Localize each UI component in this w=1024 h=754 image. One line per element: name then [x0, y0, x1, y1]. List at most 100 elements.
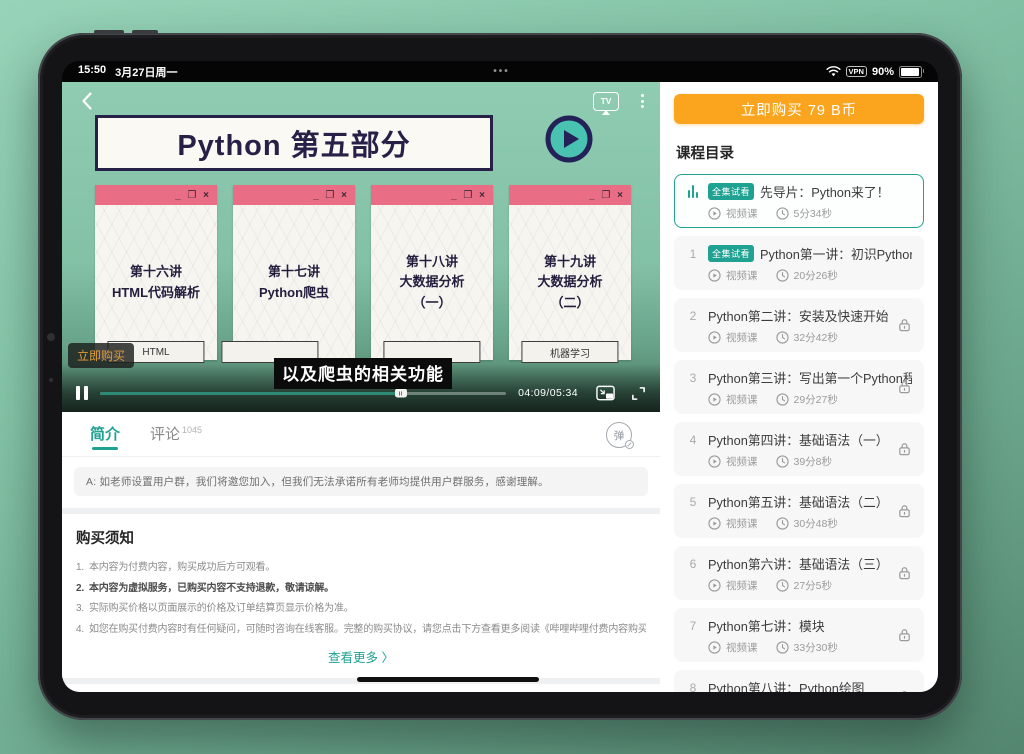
comments-count: 1045: [182, 425, 202, 435]
video-type-label: 视频课: [726, 640, 758, 655]
episode-number: 3: [686, 371, 700, 385]
fullscreen-icon[interactable]: [631, 386, 646, 401]
episode-title: Python第七讲：模块: [708, 616, 825, 635]
progress-bar[interactable]: [100, 392, 506, 395]
video-title-card: Python 第五部分: [95, 115, 493, 171]
card-line: （二）: [550, 293, 589, 313]
lock-icon: [897, 503, 912, 519]
purchase-notes-card: 购买须知 1.本内容为付费内容，购买成功后方可观看。 2.本内容为虚拟服务，已购…: [62, 514, 660, 678]
progress-handle[interactable]: [395, 389, 407, 398]
purchase-button[interactable]: 立即购买 79 B币: [674, 94, 924, 124]
cooperation-card: 合作入驻 名师好课，尽在哔哩哔哩课堂 立即申请: [62, 684, 660, 692]
card-line: Python爬虫: [259, 283, 329, 303]
video-page: TV Python 第五部分 _ ❐ × 第十六讲 HTML代码解析: [62, 82, 660, 692]
video-type-icon: [708, 393, 721, 406]
window-controls: _ ❐ ×: [95, 185, 217, 205]
episode-duration: 32分42秒: [794, 330, 838, 345]
now-playing-icon: [686, 185, 700, 198]
lock-icon: [897, 379, 912, 395]
purchase-note: 1.本内容为付费内容，购买成功后方可观看。: [76, 558, 646, 579]
video-type-icon: [708, 455, 721, 468]
episode-title: Python第三讲：写出第一个Python程序: [708, 368, 912, 387]
danmaku-char: 弹: [614, 428, 625, 443]
trial-badge: 全集试看: [708, 183, 754, 200]
video-type-icon: [708, 331, 721, 344]
window-controls: _ ❐ ×: [509, 185, 631, 205]
duration-icon: [776, 207, 789, 220]
lock-icon: [897, 565, 912, 581]
episode-row-6[interactable]: 6 Python第六讲：基础语法（三） 视频课 27分5秒: [674, 546, 924, 600]
episode-row-3[interactable]: 3 Python第三讲：写出第一个Python程序 视频课 29分27秒: [674, 360, 924, 414]
video-player[interactable]: TV Python 第五部分 _ ❐ × 第十六讲 HTML代码解析: [62, 82, 660, 412]
window-controls: _ ❐ ×: [371, 185, 493, 205]
sensor-dot: [49, 378, 53, 382]
episode-number: 8: [686, 681, 700, 693]
duration-icon: [776, 331, 789, 344]
video-type-label: 视频课: [726, 392, 758, 407]
play-button-graphic: [545, 115, 593, 163]
duration-icon: [776, 455, 789, 468]
video-type-icon: [708, 579, 721, 592]
episode-duration: 39分8秒: [794, 454, 833, 469]
lock-icon: [897, 627, 912, 643]
video-type-icon: [708, 207, 721, 220]
trial-badge: 全集试看: [708, 245, 754, 262]
episode-row-2[interactable]: 2 Python第二讲：安装及快速开始 视频课 32分42秒: [674, 298, 924, 352]
duration-icon: [776, 393, 789, 406]
video-type-label: 视频课: [726, 268, 758, 283]
card-line: 大数据分析: [537, 272, 602, 292]
lecture-card-17: _ ❐ × 第十七讲 Python爬虫: [233, 185, 355, 360]
card-line: 第十八讲: [406, 252, 458, 272]
back-button[interactable]: [76, 90, 98, 112]
view-more-link[interactable]: 查看更多 〉: [76, 640, 646, 670]
lecture-cards: _ ❐ × 第十六讲 HTML代码解析 HTML _ ❐ × 第十七讲 P: [95, 185, 631, 360]
lock-icon: [897, 689, 912, 692]
duration-icon: [776, 579, 789, 592]
card-line: 大数据分析: [399, 272, 464, 292]
video-type-icon: [708, 517, 721, 530]
episode-row-4[interactable]: 4 Python第四讲：基础语法（一） 视频课 39分8秒: [674, 422, 924, 476]
episode-title: Python第八讲：Python绘图: [708, 678, 864, 692]
episode-row-1[interactable]: 1 全集试看 Python第一讲：初识Python 视频课 20分26秒: [674, 236, 924, 290]
episode-row-8[interactable]: 8 Python第八讲：Python绘图 视频课 31分55秒: [674, 670, 924, 692]
episode-row-5[interactable]: 5 Python第五讲：基础语法（二） 视频课 30分48秒: [674, 484, 924, 538]
more-menu-icon[interactable]: [641, 94, 644, 108]
card-line: （一）: [412, 293, 451, 313]
pip-icon[interactable]: [596, 385, 615, 401]
clock: 15:50: [78, 64, 106, 80]
tv-cast-icon[interactable]: TV: [593, 92, 619, 111]
window-controls: _ ❐ ×: [233, 185, 355, 205]
episode-title: Python第四讲：基础语法（一）: [708, 430, 889, 449]
episode-duration: 29分27秒: [794, 392, 838, 407]
purchase-note: 2.本内容为虚拟服务，已购买内容不支持退款，敬请谅解。: [76, 579, 646, 600]
battery-percent: 90%: [872, 66, 894, 78]
time-display: 04:09/05:34: [518, 387, 578, 399]
home-indicator[interactable]: [357, 677, 539, 682]
episode-title: Python第二讲：安装及快速开始: [708, 306, 889, 325]
battery-icon: [899, 66, 922, 78]
video-type-label: 视频课: [726, 578, 758, 593]
episode-number: 5: [686, 495, 700, 509]
card-tab-label: 机器学习: [521, 341, 618, 363]
episode-title: Python第六讲：基础语法（三）: [708, 554, 889, 573]
danmaku-off-icon[interactable]: 弹: [606, 422, 632, 448]
tablet-device-frame: 15:50 3月27日周一 ••• VPN 90%: [38, 33, 962, 720]
tab-intro[interactable]: 简介: [90, 423, 120, 448]
card-line: 第十六讲: [130, 262, 182, 282]
front-camera: [47, 333, 55, 341]
tab-comments[interactable]: 评论1045: [150, 423, 202, 448]
duration-icon: [776, 269, 789, 282]
duration-icon: [776, 517, 789, 530]
episode-duration: 5分34秒: [794, 206, 833, 221]
course-sidebar: 立即购买 79 B币 课程目录 全集试看 先导片：Python来了！ 视频课 5…: [660, 82, 938, 692]
buy-now-chip[interactable]: 立即购买: [68, 343, 134, 368]
video-type-label: 视频课: [726, 330, 758, 345]
purchase-note: 3.实际购买价格以页面展示的价格及订单结算页显示价格为准。: [76, 599, 646, 620]
pause-button[interactable]: [76, 386, 88, 400]
episode-row-7[interactable]: 7 Python第七讲：模块 视频课 33分30秒: [674, 608, 924, 662]
tab-comments-label: 评论: [150, 426, 180, 443]
episode-number: 2: [686, 309, 700, 323]
episode-row-0[interactable]: 全集试看 先导片：Python来了！ 视频课 5分34秒: [674, 174, 924, 228]
lecture-card-16: _ ❐ × 第十六讲 HTML代码解析 HTML: [95, 185, 217, 360]
purchase-notes-title: 购买须知: [76, 527, 646, 548]
